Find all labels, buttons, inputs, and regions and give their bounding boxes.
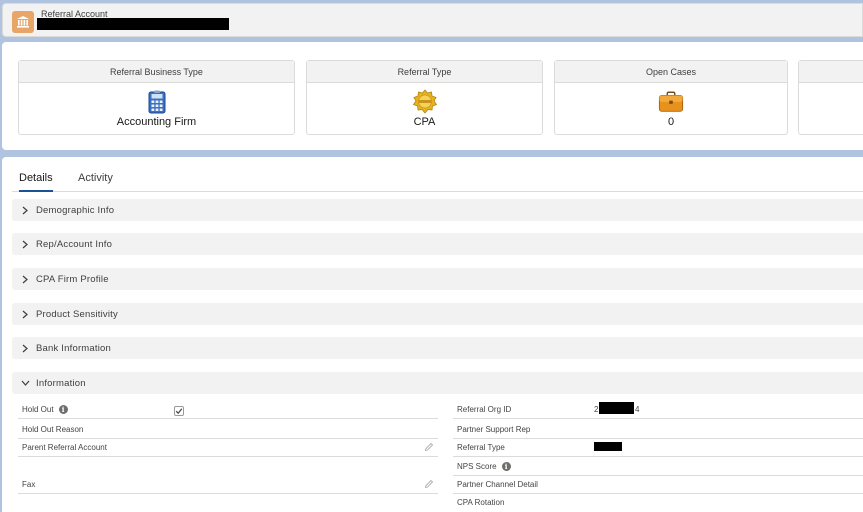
highlight-title — [799, 61, 863, 83]
highlight-card-referral-type: Referral Type CPA — [306, 60, 543, 135]
field-hold-out: Hold Out i — [18, 401, 438, 419]
highlight-value: CPA — [413, 116, 436, 128]
section-label: Bank Information — [36, 342, 112, 354]
highlight-value: Accounting Firm — [116, 116, 197, 128]
field-label: Partner Support Rep — [457, 425, 531, 434]
field-partner-channel-detail: Partner Channel Detail — [453, 476, 863, 494]
edit-pencil-icon[interactable] — [424, 442, 434, 452]
hold-out-checkbox[interactable] — [174, 406, 184, 416]
redacted-record-name — [37, 18, 229, 30]
section-bank-information[interactable]: Bank Information — [12, 337, 863, 359]
section-label: Demographic Info — [36, 204, 115, 216]
field-hold-out-reason: Hold Out Reason — [18, 421, 438, 439]
award-seal-icon — [412, 89, 438, 115]
chevron-right-icon — [18, 275, 32, 284]
highlight-value: 0 — [667, 116, 675, 128]
highlight-card-business-type: Referral Business Type Accounting Firm — [18, 60, 295, 135]
field-label: NPS Score i — [457, 462, 511, 472]
field-partner-support-rep: Partner Support Rep — [453, 421, 863, 439]
section-label: Information — [36, 377, 86, 389]
chevron-right-icon — [18, 206, 32, 215]
briefcase-icon — [658, 89, 684, 115]
highlight-title: Referral Business Type — [19, 61, 294, 83]
section-label: CPA Firm Profile — [36, 273, 109, 285]
field-referral-org-id: Referral Org ID 2 4 — [453, 401, 863, 419]
details-panel: Details Activity Demographic Info Rep/Ac… — [2, 157, 863, 512]
info-icon[interactable]: i — [58, 405, 68, 415]
field-referral-type: Referral Type — [453, 439, 863, 457]
field-label: Hold Out Reason — [22, 425, 84, 434]
highlight-title: Open Cases — [555, 61, 787, 83]
section-label: Product Sensitivity — [36, 308, 118, 320]
field-fax: Fax — [18, 476, 438, 494]
field-label: Parent Referral Account — [22, 443, 107, 452]
section-label: Rep/Account Info — [36, 238, 113, 250]
bank-icon — [12, 11, 34, 33]
info-icon[interactable]: i — [501, 462, 511, 472]
tab-bar: Details Activity — [12, 167, 863, 192]
field-value-suffix: 4 — [635, 405, 640, 414]
field-label: Referral Type — [457, 443, 505, 452]
tab-details[interactable]: Details — [19, 172, 53, 192]
field-label: Fax — [22, 480, 36, 489]
chevron-down-icon — [18, 380, 32, 386]
field-nps-score: NPS Score i — [453, 458, 863, 476]
chevron-right-icon — [18, 240, 32, 249]
chevron-right-icon — [18, 344, 32, 353]
chevron-right-icon — [18, 310, 32, 319]
highlights-panel: Referral Business Type Accounting Firm R… — [2, 42, 863, 150]
field-label: Hold Out i — [22, 405, 68, 415]
highlight-card-open-cases: Open Cases 0 — [554, 60, 788, 135]
redacted-org-id — [599, 402, 634, 414]
record-header: Referral Account — [2, 3, 863, 37]
redacted-referral-type — [594, 442, 622, 451]
field-label: Referral Org ID — [457, 405, 512, 414]
calculator-icon — [144, 89, 170, 115]
section-cpa-firm-profile[interactable]: CPA Firm Profile — [12, 268, 863, 290]
edit-pencil-icon[interactable] — [424, 479, 434, 489]
section-information[interactable]: Information — [12, 372, 863, 394]
field-cpa-rotation: CPA Rotation — [453, 494, 863, 512]
field-label: Partner Channel Detail — [457, 480, 538, 489]
tab-activity[interactable]: Activity — [78, 172, 113, 190]
section-product-sensitivity[interactable]: Product Sensitivity — [12, 303, 863, 325]
highlight-card-partial — [798, 60, 863, 135]
highlight-title: Referral Type — [307, 61, 542, 83]
section-demographic-info[interactable]: Demographic Info — [12, 199, 863, 221]
field-parent-referral-account: Parent Referral Account — [18, 439, 438, 457]
field-label: CPA Rotation — [457, 498, 505, 507]
field-value-prefix: 2 — [594, 405, 599, 414]
section-rep-account-info[interactable]: Rep/Account Info — [12, 233, 863, 255]
